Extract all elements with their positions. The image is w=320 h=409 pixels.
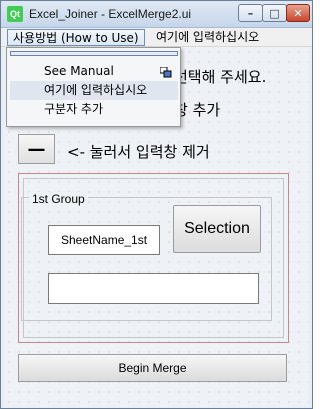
menu-insert-strip[interactable] [10,51,178,56]
sheet-name-input[interactable]: SheetName_1st [48,225,160,255]
file-path-input[interactable] [48,273,259,304]
selection-button[interactable]: Selection [173,205,261,253]
remove-hint-text: <- 눌러서 입력창 제거 [67,143,210,161]
qt-logo-icon: Qt [7,6,23,22]
close-button[interactable]: ✕ [286,4,310,22]
minimize-button[interactable]: – [238,4,263,22]
menu-bar: 사용방법 (How to Use) 여기에 입력하십시오 [1,28,312,47]
window-title: Excel_Joiner - ExcelMerge2.ui [29,7,192,21]
title-bar: Qt Excel_Joiner - ExcelMerge2.ui – □ ✕ [1,1,312,28]
menu-item-add-separator[interactable]: 구분자 추가 [10,100,178,119]
instruction-text-1: 선택해 주세요. [174,68,267,86]
maximize-icon: □ [269,6,280,20]
minus-icon: — [27,138,46,160]
begin-merge-button[interactable]: Begin Merge [18,354,287,382]
menu-item-type-here[interactable]: 여기에 입력하십시오 [10,81,178,100]
close-icon: ✕ [293,6,303,20]
group-title: 1st Group [29,192,88,206]
app-window: Qt Excel_Joiner - ExcelMerge2.ui – □ ✕ 사… [0,0,313,409]
mouse-cursor-icon [160,67,172,78]
minimize-icon: – [247,6,254,20]
maximize-button[interactable]: □ [262,4,287,22]
remove-input-button[interactable]: — [18,134,55,164]
menu-item-see-manual[interactable]: See Manual [10,62,178,81]
menu-how-to-use[interactable]: 사용방법 (How to Use) [7,29,145,46]
menu-type-here[interactable]: 여기에 입력하십시오 [151,29,264,46]
how-to-use-menu: See Manual 여기에 입력하십시오 구분자 추가 [6,47,181,127]
